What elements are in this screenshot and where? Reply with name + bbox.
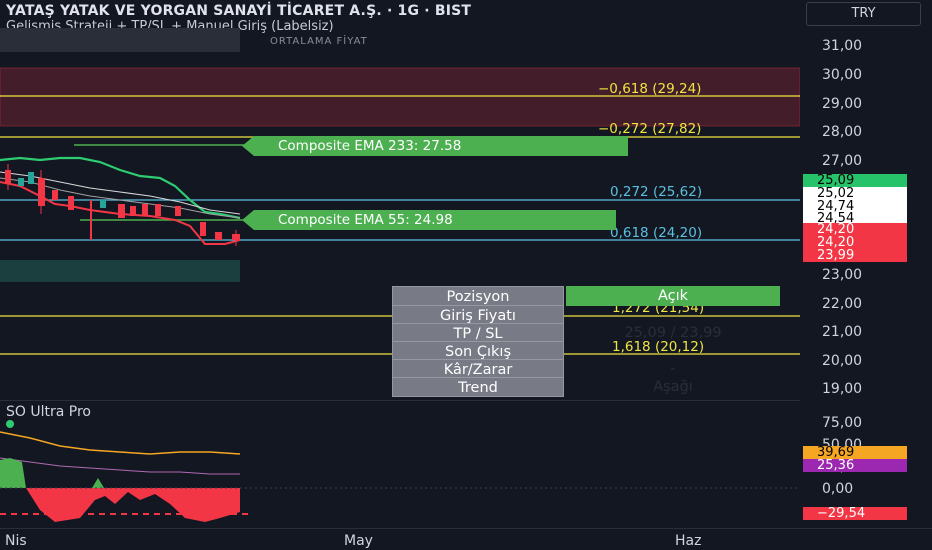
support-zone	[0, 260, 240, 282]
candle	[118, 204, 125, 218]
table-row-label: Pozisyon	[392, 286, 564, 306]
signal-dot	[6, 420, 14, 428]
oscillator-tick: 0,00	[822, 481, 854, 497]
table-row-label: Trend	[392, 377, 564, 397]
price-tick: 29,00	[822, 96, 863, 112]
price-label: 23,99	[803, 249, 907, 262]
fib-label: 0,272 (25,62)	[610, 184, 703, 200]
oscillator-canvas[interactable]	[0, 400, 800, 530]
time-label: May	[344, 533, 373, 549]
table-row-label: Giriş Fiyatı	[392, 305, 564, 325]
purple-line	[0, 457, 240, 475]
histogram-positive	[0, 458, 26, 488]
table-row-value: 25,09 / 23,99	[624, 325, 722, 341]
candle	[18, 178, 24, 186]
candle	[52, 190, 58, 200]
fib-label: −0,618 (29,24)	[598, 81, 702, 97]
histogram-positive	[92, 478, 104, 488]
ema55-label: Composite EMA 55: 24.98	[242, 210, 616, 230]
table-row-label: Kâr/Zarar	[392, 359, 564, 379]
candle	[142, 204, 148, 216]
candlesticks	[5, 164, 240, 246]
oscillator-tick: 75,00	[822, 415, 863, 431]
table-row-value: Açık	[566, 286, 780, 306]
table-row-label: TP / SL	[392, 323, 564, 343]
price-tick: 23,00	[822, 267, 863, 283]
price-tick: 22,00	[822, 296, 863, 312]
price-tick: 19,00	[822, 381, 863, 397]
candle	[200, 222, 206, 236]
candle	[100, 200, 106, 208]
candle	[28, 172, 34, 184]
time-axis-border	[0, 528, 932, 529]
currency-selector[interactable]: TRY	[806, 2, 921, 26]
fib-label: −0,272 (27,82)	[598, 121, 702, 137]
price-tick: 20,00	[822, 353, 863, 369]
price-tick: 27,00	[822, 153, 863, 169]
time-label: Haz	[675, 533, 702, 549]
candle	[175, 206, 181, 216]
histogram-negative	[26, 488, 240, 522]
fib-label: 0,618 (24,20)	[610, 225, 703, 241]
ema233-label: Composite EMA 233: 27.58	[242, 136, 628, 156]
table-row-value	[566, 305, 780, 325]
price-tick: 28,00	[822, 124, 863, 140]
price-tick: 21,00	[822, 324, 863, 340]
resistance-zone	[0, 68, 800, 126]
orange-line	[0, 431, 241, 455]
oscillator-value-label: −29,54	[803, 507, 907, 520]
candle	[155, 204, 161, 216]
table-row-value: Aşağı	[653, 379, 693, 395]
oscillator-value-label: 25,36	[803, 459, 907, 472]
price-tick: 30,00	[822, 67, 863, 83]
table-row-value	[566, 341, 780, 361]
candle	[68, 196, 74, 210]
candle	[215, 232, 222, 240]
candle	[130, 206, 136, 216]
table-row-label: Son Çıkış	[392, 341, 564, 361]
price-tick: 31,00	[822, 38, 863, 54]
table-row-value: -	[670, 361, 676, 377]
time-label: Nis	[5, 533, 27, 549]
